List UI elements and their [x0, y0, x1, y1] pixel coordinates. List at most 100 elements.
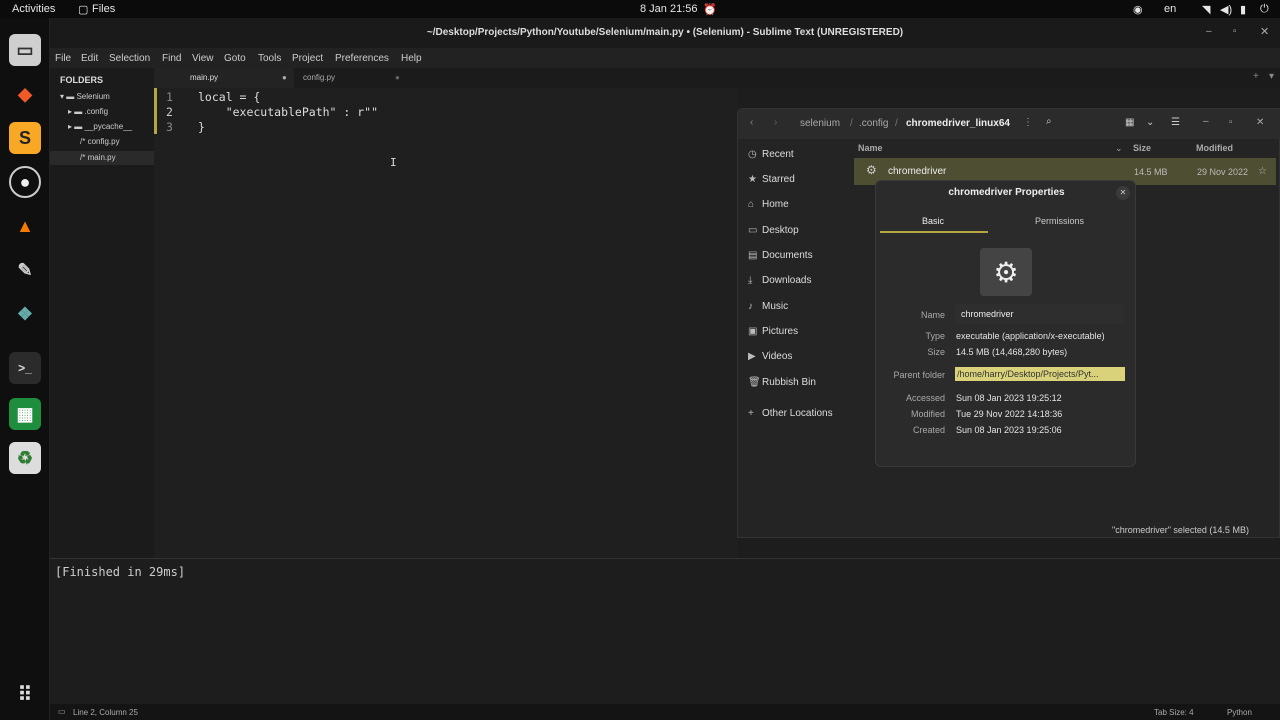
- syntax[interactable]: Python: [1227, 708, 1252, 717]
- file-main-py-label: main.py: [87, 153, 116, 162]
- new-tab-icon[interactable]: +: [1253, 71, 1259, 82]
- tab-permissions[interactable]: Permissions: [1035, 216, 1084, 226]
- code-line: local = {: [198, 90, 261, 104]
- sidebar-item-downloads[interactable]: ⤓ Downloads: [748, 275, 811, 286]
- spreadsheet-icon[interactable]: ▦: [9, 398, 41, 430]
- tab-config-py[interactable]: config.py ●: [267, 68, 407, 88]
- tab-menu-icon[interactable]: ▾: [1269, 71, 1274, 82]
- power-icon[interactable]: ⏻: [1260, 3, 1269, 16]
- file-modified: 29 Nov 2022: [1197, 167, 1249, 177]
- brave-browser-icon[interactable]: ◆: [9, 78, 41, 110]
- sidebar-item-label: Music: [762, 301, 789, 312]
- sidebar-item-music[interactable]: ♪ Music: [748, 301, 788, 312]
- file-config-py[interactable]: /* config.py: [80, 137, 120, 146]
- sidebar-item-recent[interactable]: ◷ Recent: [748, 149, 794, 160]
- alarm-icon: ⏰: [703, 4, 717, 16]
- forward-icon[interactable]: ›: [774, 117, 777, 128]
- column-modified[interactable]: Modified: [1196, 143, 1233, 153]
- gimp-icon[interactable]: ✎: [9, 254, 41, 286]
- menu-project[interactable]: Project: [292, 53, 323, 64]
- more-icon[interactable]: ⋮: [1023, 117, 1033, 128]
- folder-root[interactable]: ▾ ▬ Selenium: [60, 92, 110, 101]
- menu-bar: File Edit Selection Find View Goto Tools…: [50, 48, 1280, 68]
- minimize-icon[interactable]: –: [1206, 26, 1212, 37]
- menu-file[interactable]: File: [55, 53, 71, 64]
- menu-selection[interactable]: Selection: [109, 53, 150, 64]
- tab-main-py-label: main.py: [190, 73, 219, 82]
- view-options-icon[interactable]: ⌄: [1146, 117, 1154, 128]
- menu-goto[interactable]: Goto: [224, 53, 246, 64]
- close-icon[interactable]: ✕: [1260, 25, 1269, 38]
- back-icon[interactable]: ‹: [750, 117, 753, 128]
- file-main-py[interactable]: /* main.py: [80, 153, 116, 162]
- show-apps-icon[interactable]: ⠿: [9, 678, 41, 710]
- language-indicator[interactable]: en: [1164, 3, 1176, 15]
- breadcrumb-sep: /: [895, 118, 898, 129]
- breadcrumb-selenium-label: elenium: [805, 118, 841, 129]
- breadcrumb-selenium[interactable]: selenium: [800, 118, 840, 129]
- panel-toggle-icon[interactable]: ▭: [58, 707, 66, 716]
- column-size[interactable]: Size: [1133, 143, 1151, 153]
- name-field[interactable]: chromedriver: [955, 304, 1124, 324]
- menu-icon[interactable]: ☰: [1171, 117, 1180, 128]
- sidebar-item-documents[interactable]: ▤ Documents: [748, 250, 813, 261]
- indicator-icon[interactable]: ◉: [1133, 3, 1143, 16]
- close-icon[interactable]: ✕: [1116, 186, 1130, 200]
- trash-icon: 🗑: [748, 377, 761, 388]
- app-icon[interactable]: ❖: [9, 298, 41, 330]
- minimize-icon[interactable]: –: [1203, 116, 1209, 127]
- terminal-icon[interactable]: >_: [9, 352, 41, 384]
- obs-icon[interactable]: ●: [9, 166, 41, 198]
- sidebar-item-home[interactable]: ⌂ Home: [748, 199, 789, 210]
- cursor-position: Line 2, Column 25: [73, 708, 138, 717]
- folder-pycache[interactable]: ▸ ▬ __pycache__: [68, 122, 132, 131]
- maximize-icon[interactable]: ▫: [1229, 117, 1233, 128]
- battery-icon[interactable]: ▮: [1240, 3, 1246, 16]
- close-icon[interactable]: ✕: [1256, 117, 1264, 128]
- menu-edit[interactable]: Edit: [81, 53, 98, 64]
- sidebar-item-label: Starred: [762, 174, 795, 185]
- sidebar-item-desktop[interactable]: ▭ Desktop: [748, 225, 799, 236]
- sidebar-item-other-locations[interactable]: + Other Locations: [748, 408, 833, 419]
- activities-button[interactable]: Activities: [12, 3, 55, 15]
- folder-config[interactable]: ▸ ▬ .config: [68, 107, 108, 116]
- menu-preferences[interactable]: Preferences: [335, 53, 389, 64]
- search-icon[interactable]: ⌕: [1046, 116, 1052, 127]
- menu-help[interactable]: Help: [401, 53, 422, 64]
- code-editor[interactable]: 1 2 3 local = { "executablePath" : r"" }…: [154, 88, 738, 558]
- clock[interactable]: 8 Jan 21:56: [640, 3, 698, 15]
- sidebar-item-label: Rubbish Bin: [762, 377, 816, 388]
- recycle-icon[interactable]: ♻: [9, 442, 41, 474]
- sidebar-item-starred[interactable]: ★ Starred: [748, 174, 795, 185]
- build-output: [Finished in 29ms]: [50, 558, 1280, 704]
- sidebar-item-pictures[interactable]: ▣ Pictures: [748, 326, 798, 337]
- grid-view-icon[interactable]: ▦: [1125, 117, 1134, 128]
- sublime-text-icon[interactable]: S: [9, 122, 41, 154]
- tab-basic-indicator: [880, 231, 988, 233]
- menu-tools[interactable]: Tools: [258, 53, 281, 64]
- folders-header: FOLDERS: [60, 75, 104, 85]
- executable-icon: ⚙: [866, 163, 877, 177]
- tab-close-dot[interactable]: ●: [395, 68, 400, 88]
- wifi-icon[interactable]: ◥: [1202, 3, 1210, 16]
- type-label: Type: [925, 331, 945, 341]
- sort-icon[interactable]: ⌄: [1115, 143, 1123, 154]
- tab-basic[interactable]: Basic: [922, 216, 944, 226]
- tab-size[interactable]: Tab Size: 4: [1154, 708, 1194, 717]
- breadcrumb-config[interactable]: .config: [859, 118, 888, 129]
- gear-icon: ⚙: [980, 248, 1032, 296]
- breadcrumb-current[interactable]: chromedriver_linux64: [906, 118, 1010, 129]
- sidebar-item-label: Desktop: [762, 225, 799, 236]
- parent-folder-link[interactable]: /home/harry/Desktop/Projects/Pyt...: [955, 367, 1125, 381]
- star-icon[interactable]: ☆: [1258, 166, 1267, 177]
- sidebar-item-rubbish-bin[interactable]: 🗑Rubbish Bin: [748, 377, 816, 388]
- vlc-icon[interactable]: ▲: [9, 210, 41, 242]
- menu-view[interactable]: View: [192, 53, 214, 64]
- column-name[interactable]: Name: [858, 143, 883, 153]
- menu-find[interactable]: Find: [162, 53, 181, 64]
- maximize-icon[interactable]: ▫: [1233, 26, 1237, 37]
- volume-icon[interactable]: ◀): [1220, 3, 1232, 16]
- files-icon[interactable]: ▭: [9, 34, 41, 66]
- app-menu[interactable]: Files: [92, 3, 115, 15]
- sidebar-item-videos[interactable]: ▶ Videos: [748, 351, 792, 362]
